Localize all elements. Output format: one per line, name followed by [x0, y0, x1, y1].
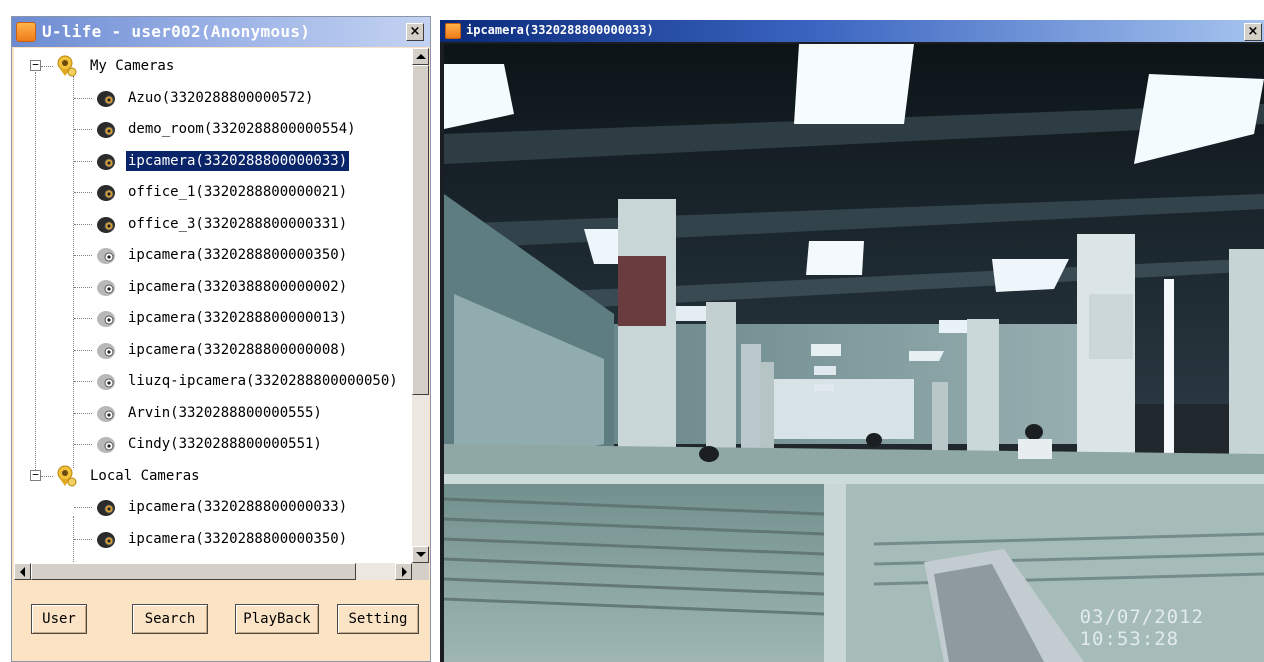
- camera-online-icon: [94, 213, 116, 235]
- tree-connector: [74, 381, 92, 382]
- timestamp-overlay: 03/07/2012 10:53:28: [1080, 606, 1204, 650]
- camera-group-icon: [54, 54, 78, 78]
- tree-connector: [74, 286, 92, 288]
- scroll-up-button[interactable]: [412, 48, 429, 65]
- left-window-title: U-life - user002(Anonymous): [42, 22, 311, 41]
- camera-list-window: U-life - user002(Anonymous) × − My Camera…: [11, 16, 431, 662]
- camera-item[interactable]: ipcamera(3320288800000008): [126, 340, 349, 360]
- camera-item[interactable]: Cindy(3320288800000551): [126, 434, 324, 454]
- camera-online-icon: [94, 118, 116, 140]
- horizontal-scrollbar[interactable]: [14, 563, 412, 580]
- camera-online-icon: [94, 181, 116, 203]
- camera-offline-icon: [94, 307, 116, 329]
- camera-offline-icon: [94, 276, 116, 298]
- camera-item[interactable]: liuzq-ipcamera(3320288800000050): [126, 371, 400, 391]
- camera-item[interactable]: ipcamera(3320288800000350): [126, 245, 349, 265]
- tree-connector: [74, 349, 92, 351]
- scroll-right-button[interactable]: [395, 563, 412, 580]
- camera-group-label[interactable]: My Cameras: [88, 56, 176, 76]
- tree-connector: [74, 97, 92, 99]
- camera-group-icon: [54, 464, 78, 488]
- camera-online-icon: [94, 87, 116, 109]
- camera-offline-icon: [94, 339, 116, 361]
- camera-online-icon: [94, 150, 116, 172]
- tree-root-line: [35, 72, 36, 478]
- tree-connector: [74, 507, 92, 508]
- camera-item[interactable]: ipcamera(3320388800000002): [126, 277, 349, 297]
- arrow-up-icon: [416, 54, 426, 59]
- osd-time: 10:53:28: [1079, 628, 1180, 650]
- camera-online-icon: [94, 496, 116, 518]
- tree-connector: [74, 192, 92, 193]
- tree-connector: [74, 223, 92, 225]
- user-button[interactable]: User: [31, 604, 87, 634]
- camera-group-label[interactable]: Local Cameras: [88, 466, 202, 486]
- scroll-left-button[interactable]: [14, 563, 31, 580]
- camera-item[interactable]: ipcamera(3320288800000033): [126, 497, 349, 517]
- hscroll-thumb[interactable]: [31, 563, 356, 580]
- app-logo-icon: [445, 23, 461, 39]
- setting-button[interactable]: Setting: [337, 604, 419, 634]
- camera-video-feed[interactable]: 03/07/2012 10:53:28: [444, 44, 1264, 662]
- tree-connector: [74, 444, 92, 445]
- camera-item[interactable]: office_3(3320288800000331): [126, 214, 349, 234]
- camera-item[interactable]: demo_room(3320288800000554): [126, 119, 358, 139]
- camera-tree: − My Cameras Azuo(3320288800000572) demo_ro…: [14, 48, 412, 563]
- camera-item[interactable]: office_1(3320288800000021): [126, 182, 349, 202]
- vertical-scrollbar[interactable]: [412, 48, 429, 563]
- video-window-title: ipcamera(3320288800000033): [466, 23, 654, 37]
- arrow-down-icon: [416, 552, 426, 557]
- tree-connector: [74, 538, 92, 540]
- camera-item[interactable]: Arvin(3320288800000555): [126, 403, 324, 423]
- playback-button[interactable]: PlayBack: [235, 604, 319, 634]
- office-scene-image: [444, 44, 1264, 662]
- tree-connector: [74, 129, 92, 130]
- tree-connector: [41, 475, 53, 477]
- tree-expander[interactable]: −: [30, 469, 41, 481]
- camera-offline-icon: [94, 433, 116, 455]
- left-title-bar[interactable]: U-life - user002(Anonymous) ×: [12, 17, 430, 47]
- video-window: ipcamera(3320288800000033) × 03/07/2012 …: [440, 20, 1264, 662]
- camera-item[interactable]: ipcamera(3320288800000350): [126, 529, 349, 549]
- scrollbar-corner: [412, 563, 429, 580]
- camera-offline-icon: [94, 244, 116, 266]
- arrow-right-icon: [402, 567, 407, 577]
- camera-item[interactable]: Azuo(3320288800000572): [126, 88, 315, 108]
- tree-connector: [74, 255, 92, 256]
- camera-item[interactable]: ipcamera(3320288800000013): [126, 308, 349, 328]
- tree-group-line: [73, 76, 74, 468]
- arrow-left-icon: [20, 567, 25, 577]
- tree-group-line: [73, 516, 74, 563]
- camera-offline-icon: [94, 402, 116, 424]
- close-button[interactable]: ×: [406, 23, 424, 41]
- tree-connector: [74, 412, 92, 414]
- video-title-bar[interactable]: ipcamera(3320288800000033) ×: [440, 20, 1264, 42]
- scroll-down-button[interactable]: [412, 546, 429, 563]
- camera-item-selected[interactable]: ipcamera(3320288800000033): [124, 149, 351, 172]
- app-logo-icon: [16, 22, 36, 42]
- camera-online-icon: [94, 528, 116, 550]
- osd-date: 03/07/2012: [1079, 606, 1204, 628]
- tree-connector: [74, 318, 92, 319]
- close-button[interactable]: ×: [1244, 23, 1262, 41]
- tree-connector: [41, 66, 53, 67]
- camera-offline-icon: [94, 370, 116, 392]
- tree-expander[interactable]: −: [30, 59, 41, 71]
- tree-connector: [74, 160, 92, 162]
- scroll-thumb[interactable]: [412, 65, 429, 395]
- search-button[interactable]: Search: [132, 604, 208, 634]
